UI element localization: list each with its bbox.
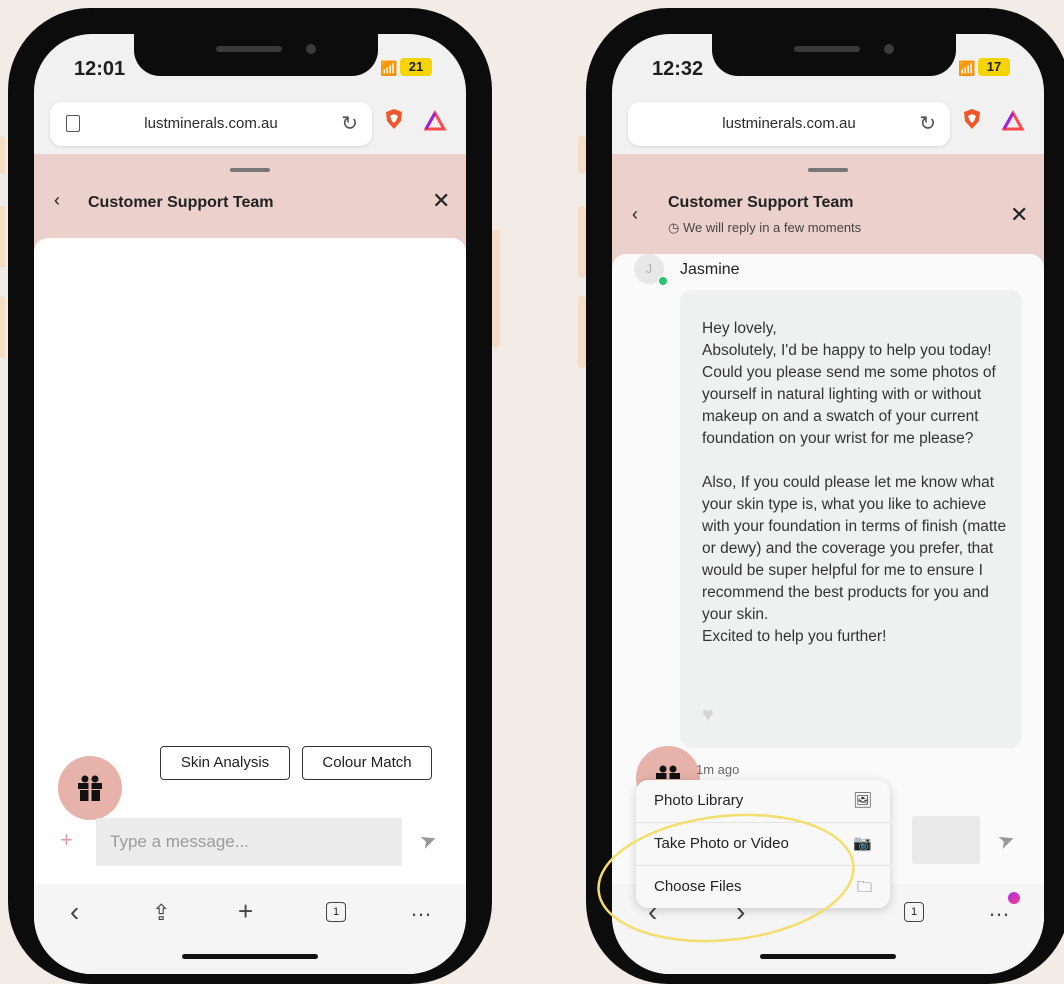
close-icon[interactable]: ✕ bbox=[432, 188, 450, 214]
heart-reaction-icon[interactable]: ♥ bbox=[702, 704, 714, 727]
share-icon[interactable]: ⇪ bbox=[152, 900, 170, 926]
notch bbox=[134, 34, 378, 76]
wifi-icon: 📶 bbox=[380, 60, 398, 76]
left-phone-screen: 12:01 📶 21 lustminerals.com.au ↻ ‹ Custo… bbox=[34, 34, 466, 974]
side-tab-mid-1 bbox=[492, 230, 500, 348]
brave-rewards-icon[interactable] bbox=[1002, 108, 1026, 132]
new-tab-icon[interactable]: + bbox=[238, 896, 253, 927]
message-line bbox=[702, 450, 1012, 472]
side-tab-left-2 bbox=[0, 206, 5, 268]
notification-dot bbox=[1008, 892, 1020, 904]
agent-name: Jasmine bbox=[680, 261, 740, 278]
brave-rewards-icon[interactable] bbox=[424, 108, 448, 132]
online-status-dot bbox=[658, 276, 668, 286]
browser-toolbar: ‹ ⇪ + 1 … bbox=[34, 884, 466, 974]
message-input[interactable] bbox=[912, 816, 980, 864]
menu-item-label: Photo Library bbox=[654, 792, 744, 809]
url-text[interactable]: lustminerals.com.au bbox=[50, 115, 372, 132]
home-indicator bbox=[760, 954, 896, 959]
side-tab-left-1 bbox=[0, 136, 5, 174]
status-time: 12:01 bbox=[74, 58, 126, 80]
gift-button[interactable] bbox=[58, 756, 122, 820]
more-icon[interactable]: … bbox=[988, 896, 1010, 922]
side-tab-mid-4 bbox=[578, 296, 586, 368]
photo-library-icon: 🖼 bbox=[852, 792, 872, 809]
message-placeholder: Type a message... bbox=[110, 832, 249, 851]
tabs-icon[interactable]: 1 bbox=[326, 902, 346, 922]
back-icon[interactable]: ‹ bbox=[632, 204, 638, 225]
skin-analysis-button[interactable]: Skin Analysis bbox=[160, 746, 290, 780]
address-bar[interactable]: lustminerals.com.au ↻ bbox=[628, 102, 950, 146]
chat-title: Customer Support Team bbox=[88, 194, 274, 211]
speaker bbox=[794, 46, 860, 52]
message-line: Absolutely, I'd be happy to help you tod… bbox=[702, 342, 992, 359]
message-line: Could you please send me some photos of … bbox=[702, 364, 996, 447]
reload-icon[interactable]: ↻ bbox=[919, 111, 936, 136]
tabs-icon[interactable]: 1 bbox=[904, 902, 924, 922]
side-tab-mid-2 bbox=[578, 136, 586, 174]
attach-plus-icon[interactable]: + bbox=[60, 827, 73, 853]
camera-dot bbox=[884, 44, 894, 54]
message-input[interactable]: Type a message... bbox=[96, 818, 402, 866]
side-tab-mid-3 bbox=[578, 206, 586, 278]
message-bubble: Hey lovely, Absolutely, I'd be happy to … bbox=[680, 290, 1022, 748]
back-icon[interactable]: ‹ bbox=[54, 190, 60, 211]
reply-time-note: ◷ We will reply in a few moments bbox=[668, 220, 861, 236]
reply-time-text: We will reply in a few moments bbox=[682, 220, 862, 235]
message-line: Also, If you could please let me know wh… bbox=[702, 474, 1007, 623]
highlight-ellipse bbox=[597, 813, 855, 943]
message-line: Hey lovely, bbox=[702, 320, 777, 337]
chat-title: Customer Support Team bbox=[668, 194, 854, 211]
home-indicator bbox=[182, 954, 318, 959]
brave-shield-icon[interactable] bbox=[384, 108, 404, 130]
battery-indicator: 21 bbox=[400, 58, 432, 76]
reload-icon[interactable]: ↻ bbox=[341, 111, 358, 136]
more-icon[interactable]: … bbox=[410, 896, 432, 922]
notch bbox=[712, 34, 956, 76]
message-body: Hey lovely, Absolutely, I'd be happy to … bbox=[702, 318, 1012, 648]
speaker bbox=[216, 46, 282, 52]
brave-shield-icon[interactable] bbox=[962, 108, 982, 130]
battery-indicator: 17 bbox=[978, 58, 1010, 76]
sheet-handle[interactable] bbox=[808, 168, 848, 172]
sheet-handle[interactable] bbox=[230, 168, 270, 172]
camera-dot bbox=[306, 44, 316, 54]
wifi-icon: 📶 bbox=[958, 60, 976, 76]
left-phone: 12:01 📶 21 lustminerals.com.au ↻ ‹ Custo… bbox=[8, 8, 492, 984]
side-tab-left-3 bbox=[0, 296, 5, 358]
status-time: 12:32 bbox=[652, 58, 704, 80]
gift-icon bbox=[78, 775, 102, 801]
back-nav-icon[interactable]: ‹ bbox=[70, 896, 79, 928]
clock-icon: ◷ bbox=[668, 220, 680, 235]
url-text[interactable]: lustminerals.com.au bbox=[628, 115, 950, 132]
address-bar[interactable]: lustminerals.com.au ↻ bbox=[50, 102, 372, 146]
message-time-ago: 1m ago bbox=[696, 762, 740, 777]
colour-match-button[interactable]: Colour Match bbox=[302, 746, 432, 780]
close-icon[interactable]: ✕ bbox=[1010, 202, 1028, 228]
message-line: Excited to help you further! bbox=[702, 628, 887, 645]
